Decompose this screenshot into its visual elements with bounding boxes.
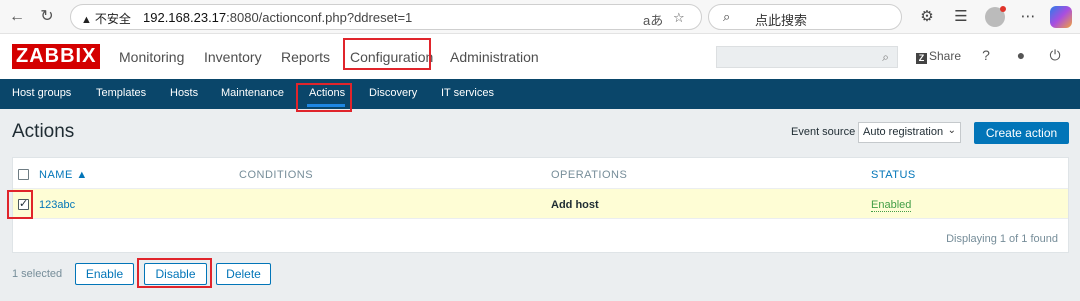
menu-inventory[interactable]: Inventory (204, 49, 262, 65)
actions-table: NAME ▲ CONDITIONS OPERATIONS STATUS 123a… (7, 157, 1069, 253)
create-action-button[interactable]: Create action (974, 122, 1069, 144)
event-source-label: Event source (791, 126, 856, 138)
zabbix-logo[interactable]: ZABBIX (12, 44, 101, 69)
favorite-star-icon[interactable]: ☆ (673, 10, 685, 26)
user-profile-icon[interactable]: ● (1012, 47, 1030, 63)
submenu-maintenance[interactable]: Maintenance (221, 87, 284, 99)
table-row: 123abc Add host Enabled (13, 189, 1068, 219)
search-icon: ⌕ (723, 9, 731, 24)
security-indicator[interactable]: ▲ 不安全 (81, 10, 131, 27)
menu-administration[interactable]: Administration (450, 49, 539, 65)
status-toggle-link[interactable]: Enabled (871, 199, 912, 212)
delete-button[interactable]: Delete (216, 263, 271, 285)
back-arrow-icon[interactable]: ← (6, 6, 28, 28)
highlight-box-checkbox (7, 190, 33, 219)
submenu-discovery[interactable]: Discovery (369, 87, 417, 99)
menu-reports[interactable]: Reports (281, 49, 330, 65)
submenu-it-services[interactable]: IT services (441, 87, 494, 99)
select-all-checkbox[interactable] (18, 169, 29, 180)
menu-monitoring[interactable]: Monitoring (119, 49, 184, 65)
highlight-box-configuration (343, 38, 431, 70)
column-header-conditions: CONDITIONS (239, 169, 314, 181)
browser-toolbar: ← ↻ ▲ 不安全 192.168.23.17:8080/actionconf.p… (0, 0, 1080, 34)
warning-icon: ▲ (81, 14, 92, 26)
submenu-templates[interactable]: Templates (96, 87, 146, 99)
search-icon: ⌕ (882, 50, 889, 64)
url-text[interactable]: 192.168.23.17:8080/actionconf.php?ddrese… (143, 10, 412, 25)
enable-button[interactable]: Enable (75, 263, 134, 285)
page-title: Actions (12, 121, 75, 142)
sub-menu: Host groups Templates Hosts Maintenance … (0, 79, 1080, 109)
copilot-icon[interactable] (1050, 6, 1072, 28)
action-name-link[interactable]: 123abc (39, 199, 75, 211)
highlight-box-actions (296, 83, 352, 112)
highlight-box-disable (137, 258, 212, 288)
refresh-icon[interactable]: ↻ (36, 6, 58, 28)
column-header-operations: OPERATIONS (551, 169, 628, 181)
logout-icon[interactable]: ⏻ (1046, 47, 1064, 64)
app-header: ZABBIX Monitoring Inventory Reports Conf… (0, 34, 1080, 79)
address-bar[interactable]: ▲ 不安全 192.168.23.17:8080/actionconf.php?d… (70, 4, 702, 30)
submenu-host-groups[interactable]: Host groups (12, 87, 71, 99)
notification-dot (1000, 6, 1006, 12)
share-z-icon: Z (916, 53, 927, 64)
browser-search-box[interactable]: ⌕ 点此搜索 (708, 4, 902, 30)
chevron-down-icon: ⌄ (947, 125, 956, 136)
global-search-input[interactable]: ⌕ (716, 46, 898, 68)
results-count: Displaying 1 of 1 found (946, 233, 1058, 245)
help-icon[interactable]: ? (977, 47, 995, 63)
more-options-icon[interactable]: ⋯ (1017, 7, 1039, 27)
browser-search-placeholder: 点此搜索 (755, 13, 808, 28)
read-aloud-icon[interactable]: aあ (643, 10, 663, 29)
extensions-icon[interactable]: ⚙ (916, 7, 938, 27)
column-header-status[interactable]: STATUS (871, 169, 916, 181)
share-link[interactable]: Z Share (916, 49, 961, 64)
column-header-name[interactable]: NAME ▲ (39, 169, 88, 181)
selected-count: 1 selected (12, 268, 63, 280)
event-source-select[interactable]: Auto registration ⌄ (858, 122, 961, 143)
favorites-list-icon[interactable]: ☰ (950, 7, 972, 27)
action-operations: Add host (551, 199, 599, 211)
submenu-hosts[interactable]: Hosts (170, 87, 198, 99)
